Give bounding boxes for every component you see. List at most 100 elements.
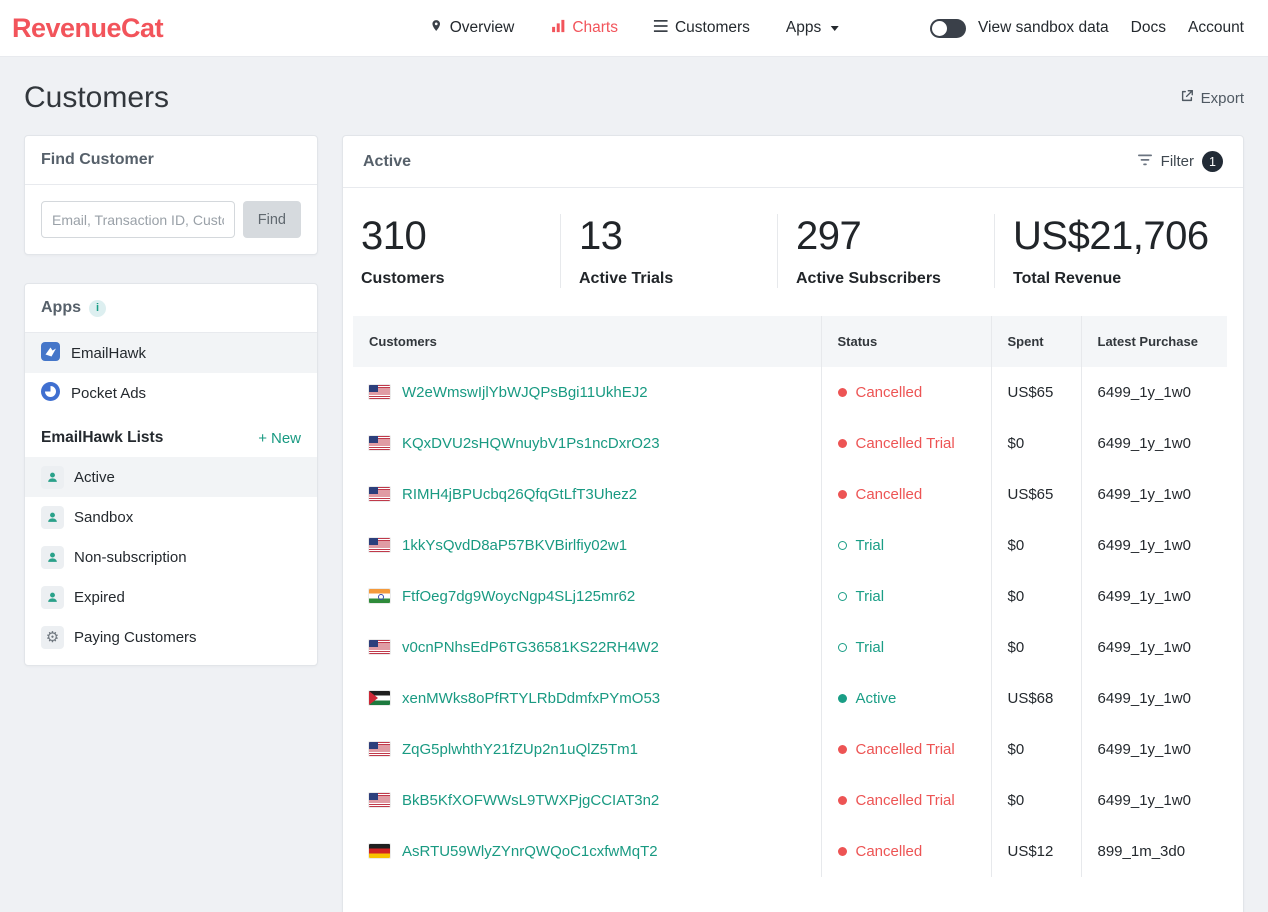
stat-label: Customers (361, 270, 445, 287)
stat-value: 297 (796, 214, 862, 258)
filter-icon (1137, 153, 1153, 171)
revenuecat-logo[interactable]: RevenueCat (12, 13, 164, 44)
find-customer-card: Find Customer Find (24, 135, 318, 255)
status-dot-icon (837, 745, 847, 754)
latest-purchase-cell: 899_1m_3d0 (1080, 826, 1227, 877)
status-dot-icon (837, 439, 847, 448)
new-list-label: New (270, 429, 301, 447)
status-label: Cancelled Trial (855, 435, 955, 452)
sandbox-toggle[interactable] (929, 18, 966, 38)
country-flag-icon (369, 589, 390, 603)
person-icon (41, 505, 64, 529)
customer-link[interactable]: 1kkYsQvdD8aP57BKVBirlfiy02w1 (402, 537, 627, 554)
find-button[interactable]: Find (242, 201, 301, 238)
table-row: BkB5KfXOFWWsL9TWXPjgCCIAT3n2 Cancelled T… (353, 775, 1227, 826)
country-flag-icon (369, 436, 390, 450)
list-icon (654, 19, 668, 37)
latest-purchase-cell: 6499_1y_1w0 (1080, 622, 1227, 673)
table-row: ZqG5plwhthY21fZUp2n1uQlZ5Tm1 Cancelled T… (353, 724, 1227, 775)
stat-active-subscribers: 297 Active Subscribers (777, 214, 994, 288)
nav-account[interactable]: Account (1188, 19, 1244, 37)
customer-link[interactable]: KQxDVU2sHQWnuybV1Ps1ncDxrO23 (402, 435, 660, 452)
customer-link[interactable]: W2eWmswIjlYbWJQPsBgi11UkhEJ2 (402, 384, 648, 401)
status-dot-icon (837, 541, 847, 550)
filter-label: Filter (1160, 153, 1194, 170)
status-dot-icon (837, 388, 847, 397)
find-customer-body: Find (25, 185, 317, 254)
customer-link[interactable]: BkB5KfXOFWWsL9TWXPjgCCIAT3n2 (402, 792, 659, 809)
status-label: Cancelled Trial (855, 792, 955, 809)
apps-header: Apps i (25, 284, 317, 333)
info-icon[interactable]: i (89, 299, 106, 317)
latest-purchase-cell: 6499_1y_1w0 (1080, 469, 1227, 520)
table-row: RIMH4jBPUcbq26QfqGtLfT3Uhez2 Cancelled U… (353, 469, 1227, 520)
customer-link[interactable]: v0cnPNhsEdP6TG36581KS22RH4W2 (402, 639, 659, 656)
filter-button[interactable]: Filter 1 (1137, 151, 1223, 172)
active-card-header: Active Filter 1 (343, 136, 1243, 188)
latest-purchase-cell: 6499_1y_1w0 (1080, 673, 1227, 724)
country-flag-icon (369, 742, 390, 756)
sidebar: Find Customer Find Apps i EmailHawk (24, 135, 318, 666)
sidebar-item-label: Pocket Ads (71, 384, 147, 402)
bar-chart-icon (550, 19, 565, 38)
sidebar-item-label: Paying Customers (74, 628, 197, 646)
sidebar-item-pocketads[interactable]: Pocket Ads (25, 373, 317, 413)
person-icon (41, 585, 64, 609)
status-dot-icon (837, 694, 847, 703)
spent-cell: US$12 (990, 826, 1081, 877)
customer-link[interactable]: ZqG5plwhthY21fZUp2n1uQlZ5Tm1 (402, 741, 638, 758)
export-button[interactable]: Export (1180, 89, 1244, 107)
navbar-right: View sandbox data Docs Account (929, 18, 1244, 38)
latest-purchase-cell: 6499_1y_1w0 (1080, 367, 1227, 418)
emailhawk-app-icon (41, 341, 60, 365)
sidebar-item-emailhawk[interactable]: EmailHawk (25, 333, 317, 373)
new-list-button[interactable]: + New (258, 430, 301, 447)
find-customer-header: Find Customer (25, 136, 317, 185)
sidebar-item-non-subscription[interactable]: Non-subscription (25, 537, 317, 577)
nav-charts[interactable]: Charts (550, 19, 618, 38)
nav-overview[interactable]: Overview (430, 18, 514, 38)
sidebar-item-label: Sandbox (74, 508, 134, 526)
nav-customers[interactable]: Customers (654, 19, 750, 37)
status-label: Cancelled (855, 843, 923, 860)
status-dot-icon (837, 490, 847, 499)
spent-cell: $0 (990, 418, 1081, 469)
customer-link[interactable]: RIMH4jBPUcbq26QfqGtLfT3Uhez2 (402, 486, 637, 503)
nav-apps-dropdown[interactable]: Apps (786, 19, 839, 37)
status-dot-icon (837, 643, 847, 652)
customer-link[interactable]: AsRTU59WlyZYnrQWQoC1cxfwMqT2 (402, 843, 658, 860)
sandbox-toggle-group: View sandbox data (929, 18, 1109, 38)
stats-row: 310 Customers 13 Active Trials 297 Activ… (343, 188, 1243, 312)
nav-docs[interactable]: Docs (1131, 19, 1166, 37)
sidebar-item-expired[interactable]: Expired (25, 577, 317, 617)
status-label: Cancelled (855, 384, 923, 401)
sidebar-item-active[interactable]: Active (25, 457, 317, 497)
customer-link[interactable]: FtfOeg7dg9WoycNgp4SLj125mr62 (402, 588, 635, 605)
sandbox-toggle-label[interactable]: View sandbox data (978, 19, 1109, 37)
stat-customers: 310 Customers (343, 214, 560, 288)
sidebar-item-paying-customers[interactable]: ⚙ Paying Customers (25, 617, 317, 657)
find-customer-input[interactable] (41, 201, 235, 238)
page-header: Customers Export (0, 57, 1268, 135)
latest-purchase-cell: 6499_1y_1w0 (1080, 775, 1227, 826)
col-header-spent: Spent (990, 316, 1081, 367)
country-flag-icon (369, 487, 390, 501)
status-dot-icon (837, 847, 847, 856)
table-row: FtfOeg7dg9WoycNgp4SLj125mr62 Trial $0 64… (353, 571, 1227, 622)
latest-purchase-cell: 6499_1y_1w0 (1080, 724, 1227, 775)
find-customer-title: Find Customer (41, 151, 154, 168)
customer-link[interactable]: xenMWks8oPfRTYLRbDdmfxPYmO53 (402, 690, 660, 707)
country-flag-icon (369, 538, 390, 552)
status-dot-icon (837, 796, 847, 805)
plus-icon: + (258, 429, 267, 447)
col-header-latest-purchase: Latest Purchase (1080, 316, 1227, 367)
status-label: Active (855, 690, 897, 707)
status-dot-icon (837, 592, 847, 601)
sidebar-item-sandbox[interactable]: Sandbox (25, 497, 317, 537)
sidebar-item-label: Non-subscription (74, 548, 187, 566)
location-pin-icon (430, 18, 443, 38)
latest-purchase-cell: 6499_1y_1w0 (1080, 571, 1227, 622)
spent-cell: US$65 (990, 367, 1081, 418)
col-header-status: Status (820, 316, 991, 367)
table-row: v0cnPNhsEdP6TG36581KS22RH4W2 Trial $0 64… (353, 622, 1227, 673)
